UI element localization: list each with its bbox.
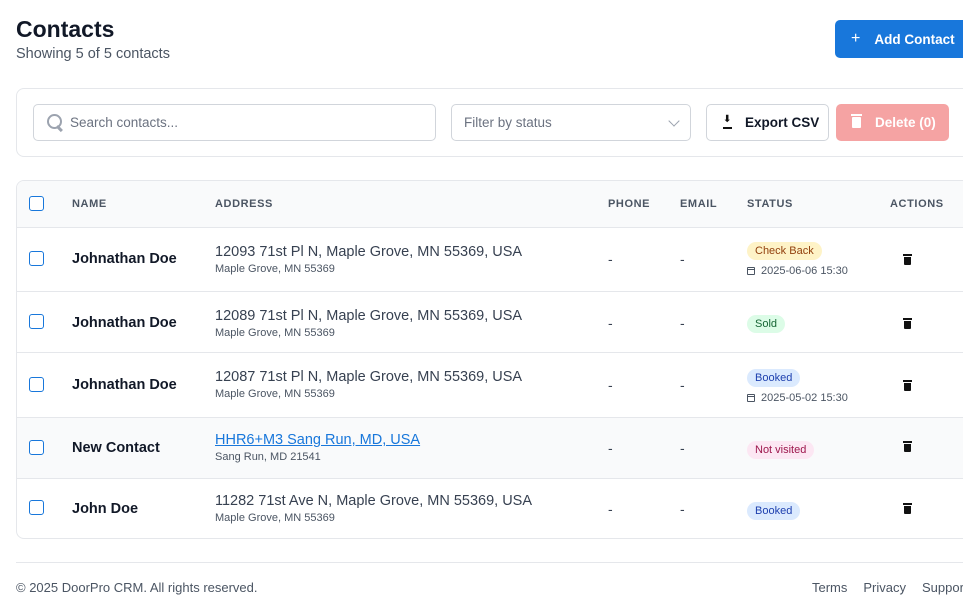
contact-phone: - [608, 377, 613, 393]
contacts-table: NAME ADDRESS PHONE EMAIL STATUS ACTIONS … [16, 180, 963, 539]
column-header-actions: ACTIONS [890, 198, 944, 210]
address-link[interactable]: HHR6+M3 Sang Run, MD, USA [215, 432, 420, 448]
contact-email: - [680, 251, 685, 267]
contact-email: - [680, 440, 685, 456]
status-badge: Check Back [747, 242, 822, 260]
download-icon [723, 114, 733, 129]
status-filter-placeholder: Filter by status [464, 115, 552, 130]
footer-links: Terms Privacy Support [812, 580, 963, 595]
address-city: Maple Grove, MN 55369 [215, 263, 335, 275]
column-header-name: NAME [72, 198, 107, 210]
contact-address: 12087 71st Pl N, Maple Grove, MN 55369, … [215, 369, 522, 400]
column-header-address: ADDRESS [215, 198, 273, 210]
table-row[interactable]: Johnathan Doe 12089 71st Pl N, Maple Gro… [17, 292, 963, 353]
search-box[interactable] [33, 104, 436, 141]
appointment-date-text: 2025-06-06 15:30 [761, 265, 848, 277]
row-checkbox[interactable] [29, 377, 44, 392]
table-header: NAME ADDRESS PHONE EMAIL STATUS ACTIONS [17, 181, 963, 228]
contact-phone: - [608, 251, 613, 267]
contact-status: Check Back 2025-06-06 15:30 [747, 241, 848, 277]
row-checkbox[interactable] [29, 251, 44, 266]
table-row[interactable]: Johnathan Doe 12093 71st Pl N, Maple Gro… [17, 228, 963, 292]
address-city: Maple Grove, MN 55369 [215, 327, 335, 339]
add-contact-label: Add Contact [874, 31, 955, 47]
address-line: 11282 71st Ave N, Maple Grove, MN 55369,… [215, 493, 533, 509]
plus-icon: + [851, 30, 861, 47]
trash-icon[interactable] [903, 503, 912, 514]
appointment-date-text: 2025-05-02 15:30 [761, 392, 848, 404]
export-csv-label: Export CSV [745, 115, 820, 130]
select-all-checkbox[interactable] [29, 196, 44, 211]
table-row[interactable]: Johnathan Doe 12087 71st Pl N, Maple Gro… [17, 353, 963, 418]
contact-address: 12089 71st Pl N, Maple Grove, MN 55369, … [215, 308, 522, 339]
delete-selected-button[interactable]: Delete (0) [836, 104, 949, 141]
chevron-down-icon [668, 114, 680, 127]
page-title: Contacts [16, 16, 115, 42]
toolbar: Filter by status Export CSV Delete (0) [16, 88, 963, 157]
table-row[interactable]: New Contact HHR6+M3 Sang Run, MD, USA Sa… [17, 418, 963, 479]
column-header-email: EMAIL [680, 198, 718, 210]
support-link[interactable]: Support [922, 580, 963, 595]
address-city: Maple Grove, MN 55369 [215, 388, 335, 400]
contact-name: New Contact [72, 440, 160, 456]
contact-status: Sold [747, 314, 786, 333]
search-icon [46, 113, 66, 133]
contact-status: Booked 2025-05-02 15:30 [747, 368, 848, 404]
address-line: 12087 71st Pl N, Maple Grove, MN 55369, … [215, 369, 523, 385]
status-badge: Sold [747, 315, 786, 333]
row-checkbox[interactable] [29, 440, 44, 455]
copyright-text: © 2025 DoorPro CRM. All rights reserved. [16, 580, 258, 595]
contact-status: Not visited [747, 440, 815, 459]
contact-name: John Doe [72, 501, 139, 517]
appointment-date: 2025-05-02 15:30 [747, 392, 848, 404]
trash-icon[interactable] [903, 441, 912, 452]
contact-email: - [680, 377, 685, 393]
page-header: Contacts Showing 5 of 5 contacts [16, 14, 170, 62]
contact-email: - [680, 315, 685, 331]
delete-label: Delete (0) [875, 115, 936, 130]
contact-address: 12093 71st Pl N, Maple Grove, MN 55369, … [215, 244, 522, 275]
column-header-phone: PHONE [608, 198, 651, 210]
address-line: 12089 71st Pl N, Maple Grove, MN 55369, … [215, 308, 523, 324]
terms-link[interactable]: Terms [812, 580, 847, 595]
contact-address: HHR6+M3 Sang Run, MD, USA Sang Run, MD 2… [215, 432, 420, 463]
add-contact-button[interactable]: + Add Contact [835, 20, 963, 58]
calendar-icon [747, 267, 755, 275]
trash-icon[interactable] [903, 254, 912, 265]
row-checkbox[interactable] [29, 314, 44, 329]
status-badge: Booked [747, 369, 801, 387]
contact-address: 11282 71st Ave N, Maple Grove, MN 55369,… [215, 493, 532, 524]
contact-email: - [680, 501, 685, 517]
export-csv-button[interactable]: Export CSV [706, 104, 829, 141]
status-badge: Booked [747, 502, 801, 520]
contacts-count: Showing 5 of 5 contacts [16, 46, 170, 62]
status-filter-select[interactable]: Filter by status [451, 104, 691, 141]
address-city: Maple Grove, MN 55369 [215, 512, 335, 524]
address-line: 12093 71st Pl N, Maple Grove, MN 55369, … [215, 244, 523, 260]
row-checkbox[interactable] [29, 500, 44, 515]
contact-name: Johnathan Doe [72, 315, 177, 331]
status-badge: Not visited [747, 441, 815, 459]
contact-phone: - [608, 315, 613, 331]
contact-status: Booked [747, 501, 801, 520]
table-row[interactable]: John Doe 11282 71st Ave N, Maple Grove, … [17, 479, 963, 538]
appointment-date: 2025-06-06 15:30 [747, 265, 848, 277]
contact-phone: - [608, 501, 613, 517]
trash-icon [851, 114, 862, 128]
address-city: Sang Run, MD 21541 [215, 451, 321, 463]
column-header-status: STATUS [747, 198, 793, 210]
calendar-icon [747, 394, 755, 402]
contact-name: Johnathan Doe [72, 251, 177, 267]
contact-phone: - [608, 440, 613, 456]
contact-name: Johnathan Doe [72, 377, 177, 393]
privacy-link[interactable]: Privacy [863, 580, 906, 595]
trash-icon[interactable] [903, 318, 912, 329]
search-input[interactable] [70, 115, 430, 130]
trash-icon[interactable] [903, 380, 912, 391]
footer-divider [16, 562, 963, 563]
